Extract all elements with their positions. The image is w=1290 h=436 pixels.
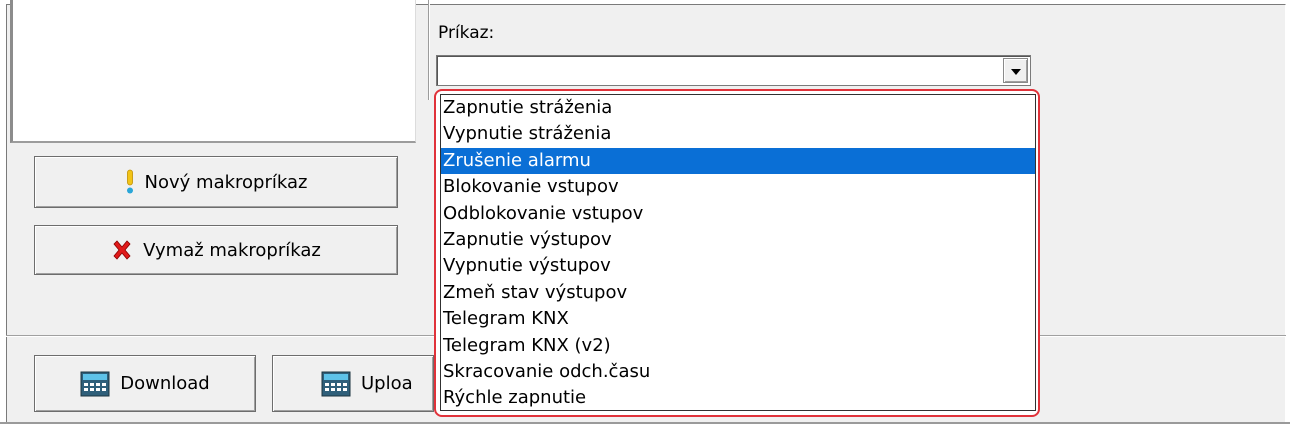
- upload-button[interactable]: Uploa: [272, 355, 434, 412]
- bottom-border: [0, 422, 1290, 436]
- command-label: Príkaz:: [438, 23, 495, 43]
- computer-transfer-icon: [80, 371, 110, 397]
- command-dropdown-list[interactable]: Zapnutie stráženia Vypnutie stráženia Zruš…: [440, 94, 1036, 411]
- dropdown-option[interactable]: Zrušenie alarmu: [441, 147, 1035, 175]
- delete-macro-label: Vymaž makropríkaz: [143, 239, 321, 261]
- upload-label: Uploa: [361, 373, 413, 394]
- chevron-down-icon: [1010, 61, 1022, 80]
- dropdown-option[interactable]: Rýchle zapnutie: [441, 385, 1035, 410]
- dropdown-option[interactable]: Vypnutie výstupov: [441, 253, 1035, 279]
- dropdown-option[interactable]: Skracovanie odch.času: [441, 359, 1035, 385]
- download-button[interactable]: Download: [34, 355, 256, 412]
- dropdown-option[interactable]: Zapnutie výstupov: [441, 227, 1035, 253]
- delete-macro-button[interactable]: Vymaž makropríkaz: [34, 225, 398, 275]
- new-macro-button[interactable]: Nový makropríkaz: [34, 156, 398, 208]
- command-combobox[interactable]: [436, 55, 1031, 86]
- computer-transfer-icon: [321, 371, 351, 397]
- vertical-divider: [428, 0, 430, 100]
- new-macro-label: Nový makropríkaz: [144, 171, 308, 193]
- command-dropdown-highlight: Zapnutie stráženia Vypnutie stráženia Zruš…: [434, 89, 1040, 417]
- dropdown-option[interactable]: Odblokovanie vstupov: [441, 201, 1035, 227]
- dropdown-option[interactable]: Telegram KNX (v2): [441, 333, 1035, 359]
- dropdown-option[interactable]: Zapnutie stráženia: [441, 95, 1035, 121]
- dropdown-option[interactable]: Telegram KNX: [441, 306, 1035, 332]
- download-label: Download: [120, 373, 210, 394]
- macro-list[interactable]: [10, 0, 416, 143]
- red-x-icon: [111, 239, 133, 261]
- dropdown-option[interactable]: Blokovanie vstupov: [441, 174, 1035, 200]
- dropdown-option[interactable]: Zmeň stav výstupov: [441, 280, 1035, 306]
- exclamation-icon: [125, 169, 135, 195]
- combo-dropdown-button[interactable]: [1003, 58, 1028, 83]
- dropdown-option[interactable]: Vypnutie stráženia: [441, 121, 1035, 147]
